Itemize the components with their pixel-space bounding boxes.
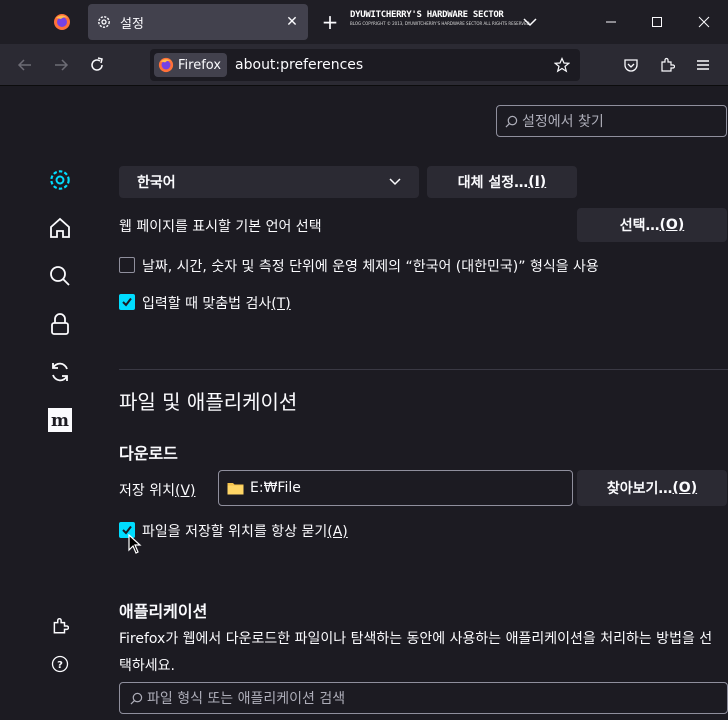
url-text[interactable]: about:preferences — [235, 57, 548, 73]
spellcheck-label: 입력할 때 맞춤법 검사(T) — [142, 293, 291, 313]
bookmark-star-button[interactable] — [548, 51, 576, 79]
search-icon — [130, 692, 143, 704]
sidebar-item-sync[interactable] — [44, 356, 76, 388]
choose-languages-button[interactable]: 선택… (O) — [577, 208, 727, 242]
banner-subtitle: BLOG COPYRIGHT © 2013, DYUWITCHERRY'S HA… — [350, 21, 531, 26]
search-icon — [505, 115, 518, 127]
forward-button[interactable] — [47, 51, 75, 79]
banner-title: DYUWITCHERRY'S HARDWARE SECTOR — [350, 10, 504, 20]
reload-icon — [91, 57, 103, 71]
close-window-button[interactable] — [681, 0, 727, 44]
files-apps-heading: 파일 및 애플리케이션 — [119, 390, 298, 414]
sync-icon — [52, 362, 68, 382]
pocket-button[interactable] — [617, 51, 645, 79]
maximize-icon — [652, 17, 662, 27]
alternative-languages-button[interactable]: 대체 설정… (I) — [427, 166, 577, 198]
save-location-label: 저장 위치(V) — [119, 480, 196, 500]
identity-box[interactable]: Firefox — [154, 53, 228, 77]
always-ask-accesskey: (A) — [327, 524, 348, 540]
reload-button[interactable] — [83, 51, 111, 79]
list-all-tabs-button[interactable] — [518, 10, 542, 34]
mouse-pointer-icon — [128, 534, 142, 554]
download-folder-field[interactable]: E:₩File — [218, 470, 573, 506]
puzzle-icon — [661, 57, 675, 72]
tab-label: 설정 — [120, 16, 144, 32]
firefox-logo-icon — [158, 57, 174, 73]
save-location-accesskey: (V) — [174, 483, 196, 499]
puzzle-icon — [53, 618, 69, 634]
alt-button-accesskey: (I) — [528, 174, 547, 190]
applications-search-input[interactable]: 파일 형식 또는 애플리케이션 검색 — [119, 682, 728, 714]
minimize-icon — [606, 21, 616, 23]
os-locale-checkbox[interactable] — [119, 257, 135, 273]
gear-icon — [98, 16, 110, 28]
svg-text:?: ? — [57, 660, 63, 671]
applications-search-placeholder: 파일 형식 또는 애플리케이션 검색 — [147, 691, 346, 707]
navigation-toolbar: Firefox about:preferences — [0, 44, 728, 86]
chevron-down-icon — [523, 18, 537, 27]
svg-text:m: m — [51, 411, 69, 431]
search-placeholder: 설정에서 찾기 — [522, 114, 604, 130]
settings-search-input[interactable]: 설정에서 찾기 — [496, 105, 727, 137]
choose-button-label: 선택… — [619, 218, 660, 234]
star-icon — [554, 57, 570, 73]
browse-button-accesskey: (O) — [672, 480, 698, 496]
app-menu-button[interactable] — [689, 51, 717, 79]
sidebar-item-general[interactable] — [44, 164, 76, 196]
title-bar: 설정 ✕ + DYUWITCHERRY'S HARDWARE SECTOR BL… — [0, 0, 728, 44]
always-ask-text: 파일을 저장할 위치를 항상 묻기 — [142, 524, 328, 540]
folder-icon — [227, 483, 244, 495]
sidebar-item-home[interactable] — [44, 212, 76, 244]
sidebar-item-extensions[interactable] — [44, 610, 76, 642]
section-divider — [119, 369, 728, 370]
browse-button-label: 찾아보기… — [606, 481, 673, 497]
applications-description: Firefox가 웹에서 다운로드한 파일이나 탐색하는 동안에 사용하는 애플… — [119, 631, 713, 674]
sidebar-item-search[interactable] — [44, 260, 76, 292]
choose-button-accesskey: (O) — [659, 217, 685, 233]
page-language-text: 웹 페이지를 표시할 기본 언어 선택 — [119, 219, 322, 235]
extensions-button[interactable] — [653, 51, 681, 79]
sidebar-item-support[interactable]: ? — [44, 648, 76, 680]
back-button[interactable] — [11, 51, 39, 79]
close-icon — [698, 16, 710, 28]
maximize-button[interactable] — [634, 0, 680, 44]
os-locale-label: 날짜, 시간, 숫자 및 측정 단위에 운영 체제의 “한국어 (대한민국)” … — [142, 259, 599, 275]
hamburger-menu-icon — [697, 60, 709, 70]
pinned-tab[interactable] — [44, 4, 80, 40]
tab-settings[interactable]: 설정 ✕ — [88, 4, 308, 40]
spellcheck-text: 입력할 때 맞춤법 검사 — [142, 296, 272, 312]
download-folder-path: E:₩File — [250, 480, 301, 496]
downloads-heading: 다운로드 — [119, 444, 178, 463]
firefox-logo-icon — [54, 14, 70, 30]
save-location-text: 저장 위치 — [119, 483, 175, 499]
blog-banner-logo: DYUWITCHERRY'S HARDWARE SECTOR BLOG COPY… — [350, 10, 531, 34]
pocket-icon — [624, 59, 638, 72]
mozilla-m-icon: m — [48, 408, 72, 432]
back-arrow-icon — [17, 59, 31, 71]
language-select[interactable]: 한국어 — [119, 166, 419, 198]
forward-arrow-icon — [55, 59, 69, 71]
minimize-button[interactable] — [588, 0, 634, 44]
home-icon — [50, 217, 70, 238]
language-select-value: 한국어 — [137, 175, 176, 191]
spellcheck-checkbox[interactable] — [119, 294, 135, 310]
checkmark-icon — [122, 297, 132, 307]
identity-label: Firefox — [178, 57, 222, 73]
sidebar-item-more-from-mozilla[interactable]: m — [44, 404, 76, 436]
chevron-down-icon — [389, 178, 401, 186]
browse-button[interactable]: 찾아보기… (O) — [577, 470, 727, 506]
search-icon — [50, 266, 70, 286]
applications-heading: 애플리케이션 — [119, 602, 208, 621]
url-bar[interactable]: Firefox about:preferences — [150, 49, 580, 81]
always-ask-label: 파일을 저장할 위치를 항상 묻기(A) — [142, 521, 348, 541]
lock-icon — [51, 313, 69, 335]
new-tab-button[interactable]: + — [318, 10, 342, 34]
gear-icon — [50, 170, 70, 190]
sidebar-item-privacy[interactable] — [44, 308, 76, 340]
close-tab-icon[interactable]: ✕ — [284, 14, 300, 30]
alt-button-label: 대체 설정… — [457, 175, 529, 191]
spellcheck-accesskey: (T) — [271, 296, 291, 312]
help-icon: ? — [51, 655, 69, 673]
